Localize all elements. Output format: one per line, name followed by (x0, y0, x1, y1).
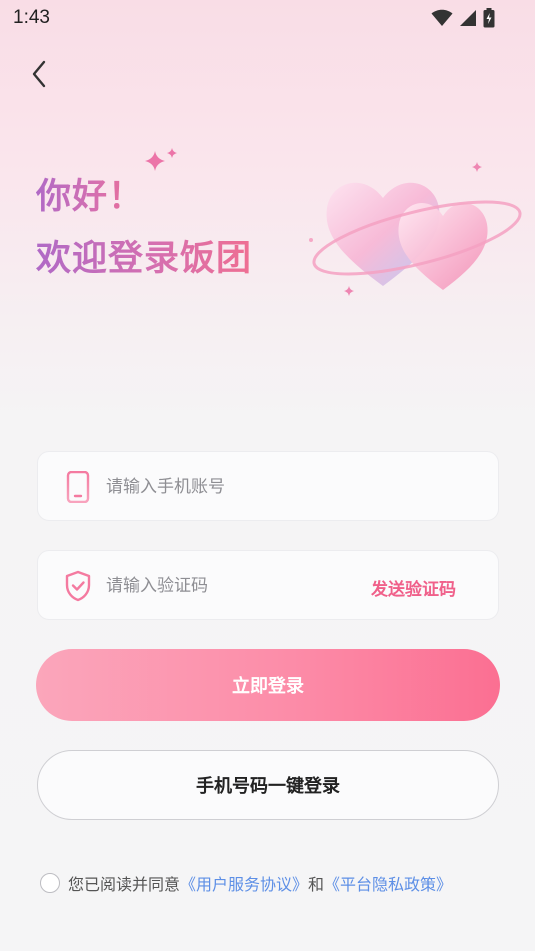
agreement-and: 和 (308, 875, 325, 894)
battery-icon (483, 8, 495, 28)
status-icons (431, 8, 495, 28)
back-button[interactable] (22, 56, 56, 92)
login-button[interactable]: 立即登录 (36, 649, 500, 721)
wifi-icon (431, 9, 453, 26)
one-key-login-label: 手机号码一键登录 (196, 776, 340, 797)
hearts-illustration (309, 162, 522, 296)
phone-field (37, 451, 499, 522)
back-arrow-icon (32, 60, 46, 88)
agreement-prefix: 您已阅读并同意 (68, 875, 181, 894)
phone-icon (66, 471, 90, 503)
phone-input[interactable] (104, 452, 368, 522)
status-bar: 1:43 (0, 0, 535, 36)
agreement-row: 您已阅读并同意 《用户服务协议》 和 《平台隐私政策》 (40, 871, 452, 895)
login-button-label: 立即登录 (232, 676, 304, 697)
greeting-welcome: 欢迎登录饭团 (36, 230, 252, 281)
send-code-button[interactable]: 发送验证码 (371, 575, 456, 600)
one-key-login-button[interactable]: 手机号码一键登录 (37, 750, 499, 820)
sparkle-icon (145, 148, 177, 171)
code-field: 发送验证码 (37, 550, 499, 621)
greeting-hello: 你好！ (36, 168, 144, 219)
user-agreement-link[interactable]: 《用户服务协议》 (180, 871, 308, 895)
code-input[interactable] (104, 551, 348, 621)
signal-icon (460, 10, 476, 26)
privacy-policy-link[interactable]: 《平台隐私政策》 (324, 871, 452, 895)
status-time: 1:43 (13, 7, 50, 28)
agreement-checkbox[interactable] (40, 873, 60, 893)
shield-check-icon (65, 570, 91, 602)
